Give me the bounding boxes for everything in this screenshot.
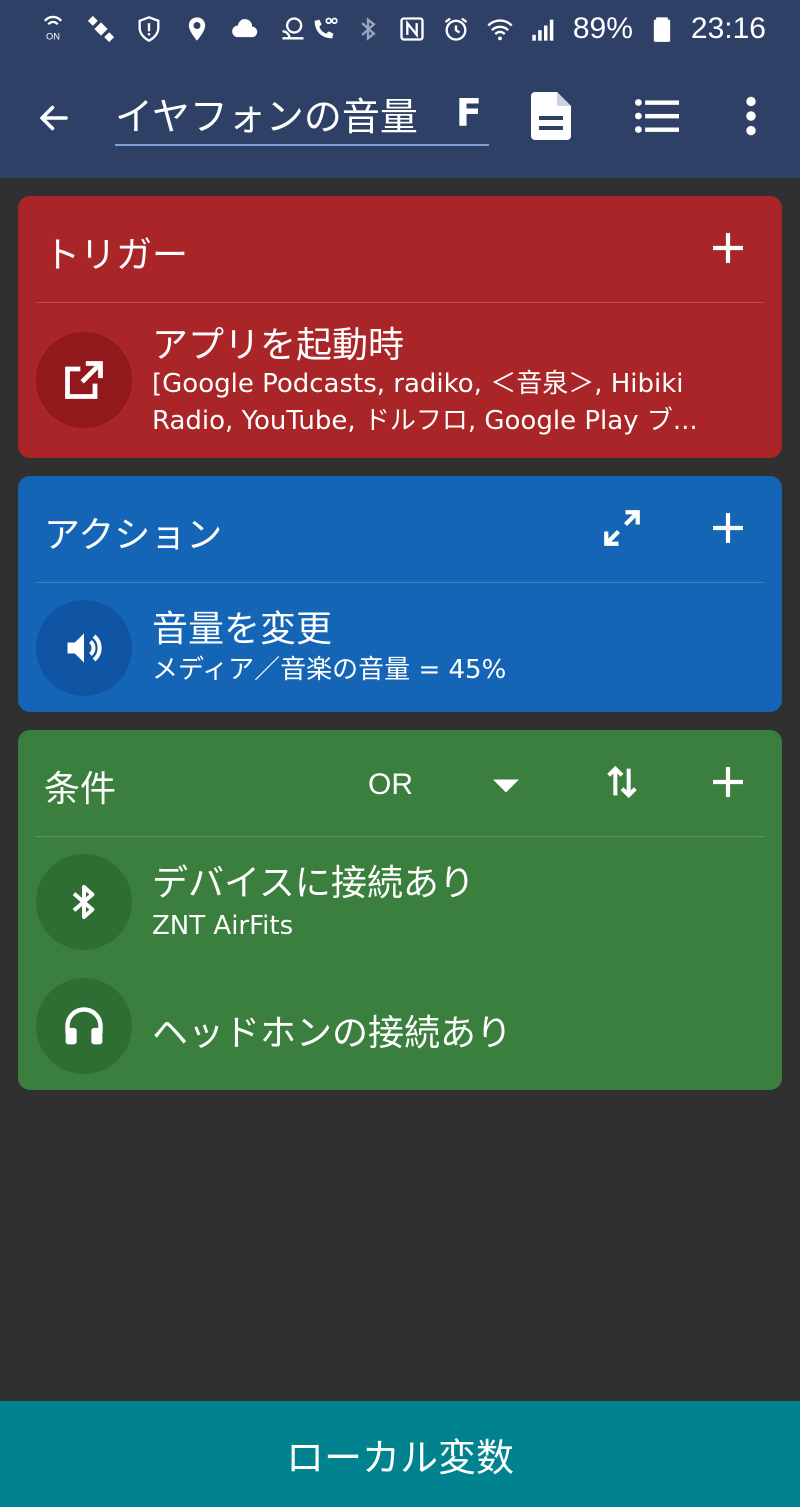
- action-item-icon-circle: [36, 600, 132, 696]
- trigger-card: トリガー アプリを起動時 [Google Podcasts, radiko, ＜…: [18, 196, 782, 458]
- condition-item[interactable]: デバイスに接続あり ZNT AirFits: [18, 836, 782, 966]
- wifi-icon: [485, 14, 515, 44]
- list-icon: [635, 99, 679, 133]
- add-trigger-button[interactable]: [700, 220, 756, 276]
- plus-icon: [713, 767, 743, 797]
- more-vert-icon: [746, 96, 756, 136]
- description-button[interactable]: [526, 88, 576, 144]
- macro-editor-screen: ON 89% 23:16 イヤフォンの音量 F トリガー アプリを起動時 [Go…: [0, 0, 800, 1507]
- local-variables-button[interactable]: ローカル変数: [0, 1401, 800, 1507]
- status-icons-right: 89% 23:16: [309, 12, 766, 46]
- plus-icon: [713, 513, 743, 543]
- status-icons-left: ON: [38, 14, 308, 44]
- action-header: アクション: [18, 476, 782, 582]
- action-card: アクション 音量を変更 メディア／音楽の音量 = 45%: [18, 476, 782, 712]
- condition-item-icon-circle: [36, 854, 132, 950]
- condition-item[interactable]: ヘッドホンの接続あり: [18, 966, 782, 1090]
- condition-item-title: ヘッドホンの接続あり: [152, 1013, 513, 1054]
- open-in-new-icon: [65, 361, 103, 399]
- conditions-header: 条件 OR: [18, 730, 782, 836]
- dropdown-arrow-icon: [493, 779, 519, 793]
- reorder-conditions-button[interactable]: [594, 754, 650, 810]
- conditions-title: 条件: [44, 769, 117, 810]
- cast-icon: [278, 14, 308, 44]
- action-title: アクション: [44, 515, 223, 556]
- alarm-icon: [441, 14, 471, 44]
- signal-icon: [529, 14, 559, 44]
- expand-actions-button[interactable]: [594, 500, 650, 556]
- svg-text:ON: ON: [46, 32, 60, 42]
- action-item[interactable]: 音量を変更 メディア／音楽の音量 = 45%: [18, 582, 782, 712]
- macro-name-overflow: F: [455, 91, 482, 135]
- satellite-icon: [86, 14, 116, 44]
- add-action-button[interactable]: [700, 500, 756, 556]
- back-button[interactable]: [28, 94, 80, 142]
- bluetooth-icon: [72, 885, 95, 919]
- condition-item-subtitle: ZNT AirFits: [152, 911, 294, 941]
- more-options-button[interactable]: [734, 88, 768, 144]
- shield-icon: [134, 14, 164, 44]
- document-icon: [531, 92, 571, 140]
- cloud-icon: [230, 14, 260, 44]
- arrow-back-icon: [40, 105, 68, 131]
- clock: 23:16: [690, 12, 766, 45]
- logic-operator-dropdown[interactable]: [484, 768, 528, 804]
- voicemail-call-icon: [309, 14, 339, 44]
- plus-icon: [713, 233, 743, 263]
- nfc-icon: [397, 14, 427, 44]
- local-variables-label: ローカル変数: [285, 1435, 514, 1480]
- trigger-title: トリガー: [44, 235, 189, 276]
- trigger-item-subtitle: [Google Podcasts, radiko, ＜音泉＞, Hibiki R…: [152, 369, 698, 436]
- expand-icon: [604, 510, 640, 546]
- trigger-header: トリガー: [18, 196, 782, 302]
- add-condition-button[interactable]: [700, 754, 756, 810]
- logic-operator-select[interactable]: OR: [368, 768, 413, 802]
- volume-icon: [67, 633, 102, 663]
- trigger-item-icon-circle: [36, 332, 132, 428]
- bluetooth-icon: [353, 14, 383, 44]
- swap-vert-icon: [607, 765, 637, 799]
- conditions-card: 条件 OR デバイスに接続あり ZNT AirFits ヘッドホンの接続あり: [18, 730, 782, 1090]
- app-bar: イヤフォンの音量 F: [0, 58, 800, 178]
- status-bar: ON 89% 23:16: [0, 0, 800, 58]
- trigger-item[interactable]: アプリを起動時 [Google Podcasts, radiko, ＜音泉＞, …: [18, 302, 782, 458]
- macro-name: イヤフォンの音量: [115, 94, 418, 139]
- macro-name-field[interactable]: イヤフォンの音量 F: [115, 82, 489, 146]
- action-item-subtitle: メディア／音楽の音量 = 45%: [152, 655, 507, 685]
- action-item-title: 音量を変更: [152, 609, 333, 650]
- nfc-on-icon: ON: [38, 14, 68, 44]
- headphones-icon: [65, 1007, 103, 1045]
- location-icon: [182, 14, 212, 44]
- condition-item-title: デバイスに接続あり: [152, 863, 475, 904]
- battery-icon: [647, 14, 677, 44]
- battery-level: 89%: [572, 12, 633, 45]
- trigger-item-title: アプリを起動時: [152, 325, 405, 366]
- condition-item-icon-circle: [36, 978, 132, 1074]
- action-list-button[interactable]: [630, 92, 684, 140]
